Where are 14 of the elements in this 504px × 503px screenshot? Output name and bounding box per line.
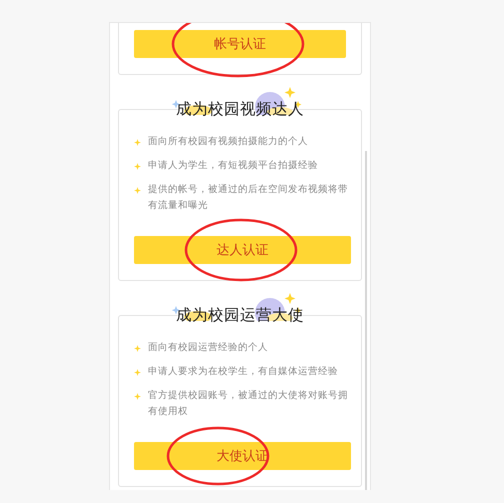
star-icon — [134, 345, 141, 352]
certify-button[interactable]: 达人认证 — [134, 236, 351, 264]
star-icon — [134, 163, 141, 170]
star-icon — [134, 139, 141, 146]
bullet-text: 面向有校园运营经验的个人 — [148, 341, 268, 355]
bullet-text: 提供的帐号，被通过的后在空间发布视频将带有流量和曝光 — [148, 183, 349, 213]
star-icon — [134, 393, 141, 400]
bullet-text: 面向所有校园有视频拍摄能力的个人 — [148, 135, 308, 149]
star-icon — [134, 187, 141, 194]
bullet-text: 申请人要求为在校学生，有自媒体运营经验 — [148, 365, 338, 379]
bullet-text: 官方提供校园账号，被通过的大使将对账号拥有使用权 — [148, 389, 349, 419]
certify-button[interactable]: 帐号认证 — [134, 30, 346, 58]
star-icon — [134, 369, 141, 376]
bullet-text: 申请人为学生，有短视频平台拍摄经验 — [148, 159, 318, 173]
